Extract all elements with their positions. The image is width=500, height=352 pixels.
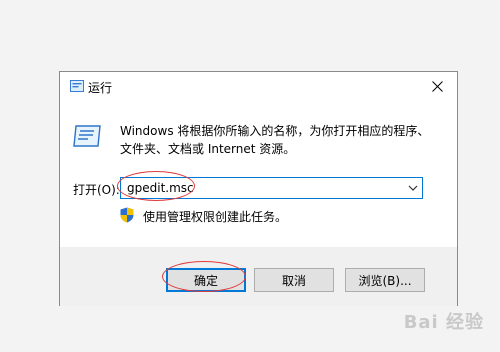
admin-text: 使用管理权限创建此任务。	[143, 210, 288, 224]
run-icon	[70, 80, 84, 92]
close-button[interactable]	[417, 72, 457, 101]
cancel-button[interactable]: 取消	[254, 268, 334, 292]
open-input[interactable]: gpedit.msc	[120, 177, 423, 199]
chevron-down-icon[interactable]	[408, 183, 418, 193]
ok-button[interactable]: 确定	[166, 268, 246, 292]
title-bar[interactable]: 运行	[60, 72, 457, 102]
watermark: Bai 经验	[403, 312, 484, 333]
browse-button[interactable]: 浏览(B)...	[345, 268, 425, 292]
run-icon	[73, 125, 101, 147]
open-input-value: gpedit.msc	[127, 181, 194, 195]
button-bar: 确定 取消 浏览(B)...	[60, 247, 457, 306]
close-icon	[431, 81, 443, 92]
run-dialog: 运行 Windows 将根据你所输入的名称，为你打开相应的程序、 文件夹、文档或…	[59, 71, 458, 306]
description: Windows 将根据你所输入的名称，为你打开相应的程序、 文件夹、文档或 In…	[120, 122, 450, 158]
dialog-title: 运行	[88, 81, 113, 95]
description-line-2: 文件夹、文档或 Internet 资源。	[120, 142, 296, 156]
shield-icon	[120, 207, 134, 223]
open-label: 打开(O):	[73, 183, 120, 197]
description-line-1: Windows 将根据你所输入的名称，为你打开相应的程序、	[120, 124, 430, 138]
